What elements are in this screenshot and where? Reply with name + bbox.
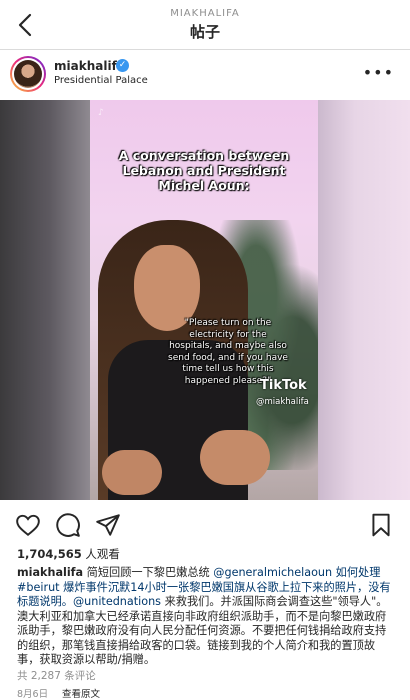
- comment-icon[interactable]: [55, 512, 81, 538]
- tiktok-handle: @miakhalifa: [256, 397, 309, 407]
- tiktok-watermark-icon: ♪: [98, 108, 104, 118]
- post-caption: miakhalifa 简短回顾一下黎巴嫩总统 @generalmichelaou…: [17, 566, 395, 668]
- divider: [0, 49, 410, 50]
- see-original-link[interactable]: 查看原文: [62, 686, 100, 700]
- post-date: 8月6日: [17, 689, 49, 700]
- page-title: 帖子: [189, 23, 220, 41]
- share-icon[interactable]: [95, 512, 121, 538]
- caption-username[interactable]: miakhalifa: [17, 566, 83, 579]
- video-frame[interactable]: ♪ A conversation between Lebanon and Pre…: [90, 100, 318, 500]
- caption-text: 简短回顾一下黎巴嫩总统: [83, 566, 214, 579]
- video-overlay-quote: "Please turn on the electricity for the …: [168, 318, 288, 386]
- video-overlay-title: A conversation between Lebanon and Presi…: [118, 148, 290, 193]
- action-bar: [0, 500, 410, 544]
- view-count[interactable]: 1,704,565 人观看: [17, 546, 120, 562]
- media-blur-left: [0, 100, 90, 500]
- tiktok-logo: TikTok: [260, 378, 307, 393]
- heart-icon[interactable]: [15, 512, 41, 538]
- media-blur-right: [318, 100, 410, 500]
- caption-mention[interactable]: @unitednations: [73, 595, 161, 608]
- more-options-icon[interactable]: •••: [363, 63, 394, 82]
- post-media[interactable]: ♪ A conversation between Lebanon and Pre…: [0, 100, 410, 500]
- top-nav-bar: MIAKHALIFA 帖子: [0, 0, 410, 50]
- post-location[interactable]: Presidential Palace: [54, 75, 148, 86]
- view-comments-link[interactable]: 共 2,287 条评论: [17, 668, 96, 683]
- nav-username: MIAKHALIFA: [170, 8, 240, 19]
- caption-mention[interactable]: @generalmichelaoun 如何处理: [213, 566, 380, 579]
- caption-hashtag[interactable]: #beirut: [17, 581, 60, 594]
- verified-badge-icon: ✓: [116, 59, 129, 72]
- post-username[interactable]: miakhalifa: [54, 59, 125, 73]
- bookmark-icon[interactable]: [368, 512, 394, 538]
- avatar[interactable]: [10, 56, 46, 92]
